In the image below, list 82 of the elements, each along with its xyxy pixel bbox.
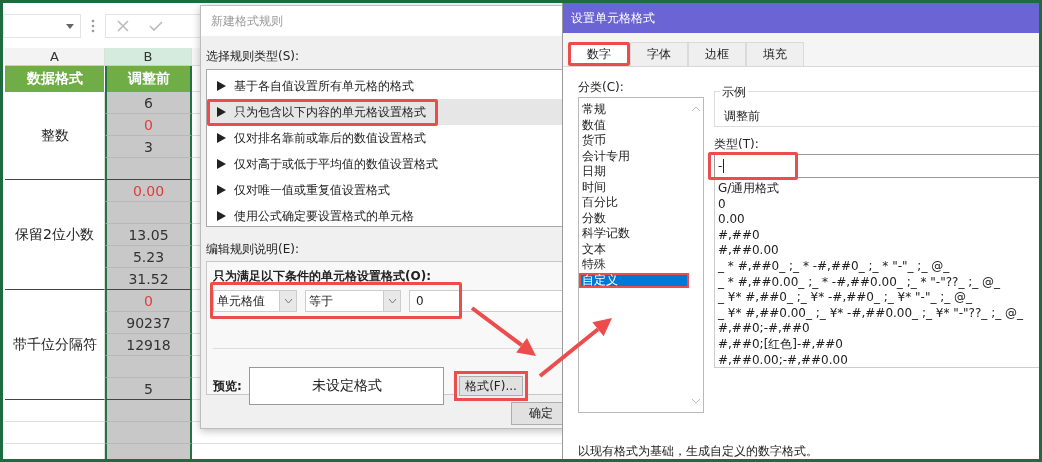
category-item[interactable]: 货币: [579, 133, 689, 149]
table-header-cell: 数据格式: [5, 66, 105, 92]
rule-type-label: 仅对高于或低于平均值的数值设置格式: [234, 155, 438, 173]
scroll-down-icon: [691, 398, 701, 404]
category-item[interactable]: 文本: [579, 241, 689, 257]
format-item[interactable]: _ * #,##0_ ;_ * -#,##0_ ;_ * "-"_ ;_ @_: [718, 258, 1042, 275]
format-button[interactable]: 格式(F)...: [454, 371, 528, 401]
cancel-button[interactable]: [116, 19, 130, 33]
table-cell: 12918: [105, 334, 192, 356]
category-item[interactable]: 会计专用: [579, 148, 689, 164]
category-item[interactable]: 常规: [579, 102, 689, 118]
tab[interactable]: 边框: [688, 42, 746, 66]
format-item[interactable]: G/通用格式: [718, 181, 1042, 197]
tab[interactable]: 数字: [568, 42, 630, 66]
format-item[interactable]: #,##0: [718, 227, 1042, 244]
expand-arrow-icon: [217, 211, 226, 221]
chevron-down-icon: [387, 298, 397, 304]
checkmark-icon: [148, 19, 164, 33]
column-header[interactable]: A: [5, 48, 105, 66]
format-item[interactable]: _ ¥* #,##0_ ;_ ¥* -#,##0_ ;_ ¥* "-"_ ;_ @_: [718, 290, 1042, 306]
table-cell: 3: [105, 136, 192, 158]
description-text: 以现有格式为基础，生成自定义的数字格式。: [578, 443, 818, 460]
preview-label: 预览:: [213, 377, 243, 395]
rule-type-label: 基于各自值设置所有单元格的格式: [234, 77, 414, 95]
section-label: 选择规则类型(S):: [206, 48, 301, 64]
table-cell: 13.05: [105, 224, 192, 246]
table-cell: 0.00: [105, 180, 192, 202]
dropdown-caret-icon: [66, 23, 74, 29]
expand-arrow-icon: [217, 81, 226, 91]
expand-arrow-icon: [217, 107, 226, 117]
sample-label: 示例: [720, 84, 748, 101]
table-cell: 31.52: [105, 268, 192, 290]
category-item[interactable]: 特殊: [579, 257, 689, 273]
section-label: 分类(C):: [578, 79, 625, 95]
dropdown-arrow-button[interactable]: [383, 291, 400, 311]
rule-type-label: 使用公式确定要设置格式的单元格: [234, 207, 414, 225]
category-item[interactable]: 时间: [579, 179, 689, 195]
format-item[interactable]: #,##0.00: [718, 243, 1042, 259]
format-item[interactable]: #,##0;-#,##0: [718, 321, 1042, 337]
category-item[interactable]: 科学记数: [579, 226, 689, 242]
table-cell: 6: [105, 92, 192, 114]
tab[interactable]: 填充: [746, 42, 804, 66]
dropdown[interactable]: 单元格值: [213, 290, 297, 312]
table-header-cell: 调整前: [105, 66, 192, 92]
close-icon: [116, 19, 130, 33]
table-cell: 5.23: [105, 246, 192, 268]
format-item[interactable]: _ ¥* #,##0.00_ ;_ ¥* -#,##0.00_ ;_ ¥* "-"??_ ;_ @_: [718, 305, 1042, 322]
dropdown-arrow-button[interactable]: [279, 291, 296, 311]
rule-type-label: 只为包含以下内容的单元格设置格式: [234, 103, 426, 121]
category-item[interactable]: 分数: [579, 210, 689, 226]
category-item[interactable]: 百分比: [579, 195, 689, 211]
format-item[interactable]: #,##0;[红色]-#,##0: [718, 336, 1042, 353]
column-header[interactable]: B: [105, 48, 192, 66]
table-cell: 0: [105, 290, 192, 312]
dialog-title: 设置单元格格式: [563, 3, 1042, 33]
expand-arrow-icon: [217, 185, 226, 195]
tab[interactable]: 字体: [630, 42, 688, 66]
condition-title: 只为满足以下条件的单元格设置格式(O):: [213, 268, 432, 285]
preview-box: 未设定格式: [249, 367, 444, 405]
format-item[interactable]: 0: [718, 196, 1042, 213]
section-label: 编辑规则说明(E):: [206, 241, 300, 257]
category-item[interactable]: 日期: [579, 164, 689, 180]
category-item[interactable]: 自定义: [579, 272, 689, 288]
table-cell: 5: [105, 378, 192, 400]
category-item[interactable]: 数值: [579, 117, 689, 133]
text-cursor: [723, 159, 725, 173]
scroll-up-icon: [691, 106, 701, 112]
expand-arrow-icon: [217, 159, 226, 169]
rule-type-label: 仅对唯一值或重复值设置格式: [234, 181, 390, 199]
table-cell: 0: [105, 114, 192, 136]
section-label: 类型(T):: [714, 136, 760, 152]
confirm-button[interactable]: [148, 19, 164, 33]
format-item[interactable]: 0.00: [718, 212, 1042, 228]
format-item[interactable]: _ * #,##0.00_ ;_ * -#,##0.00_ ;_ * "-"??_ ;_ @_: [718, 274, 1042, 291]
expand-arrow-icon: [217, 133, 226, 143]
table-cell: 90237: [105, 312, 192, 334]
dropdown[interactable]: 等于: [305, 290, 401, 312]
rule-type-label: 仅对排名靠前或靠后的数值设置格式: [234, 129, 426, 147]
name-box[interactable]: [3, 14, 81, 38]
more-options-icon: [91, 19, 95, 33]
chevron-down-icon: [283, 298, 293, 304]
format-item[interactable]: #,##0.00;-#,##0.00: [718, 352, 1042, 369]
